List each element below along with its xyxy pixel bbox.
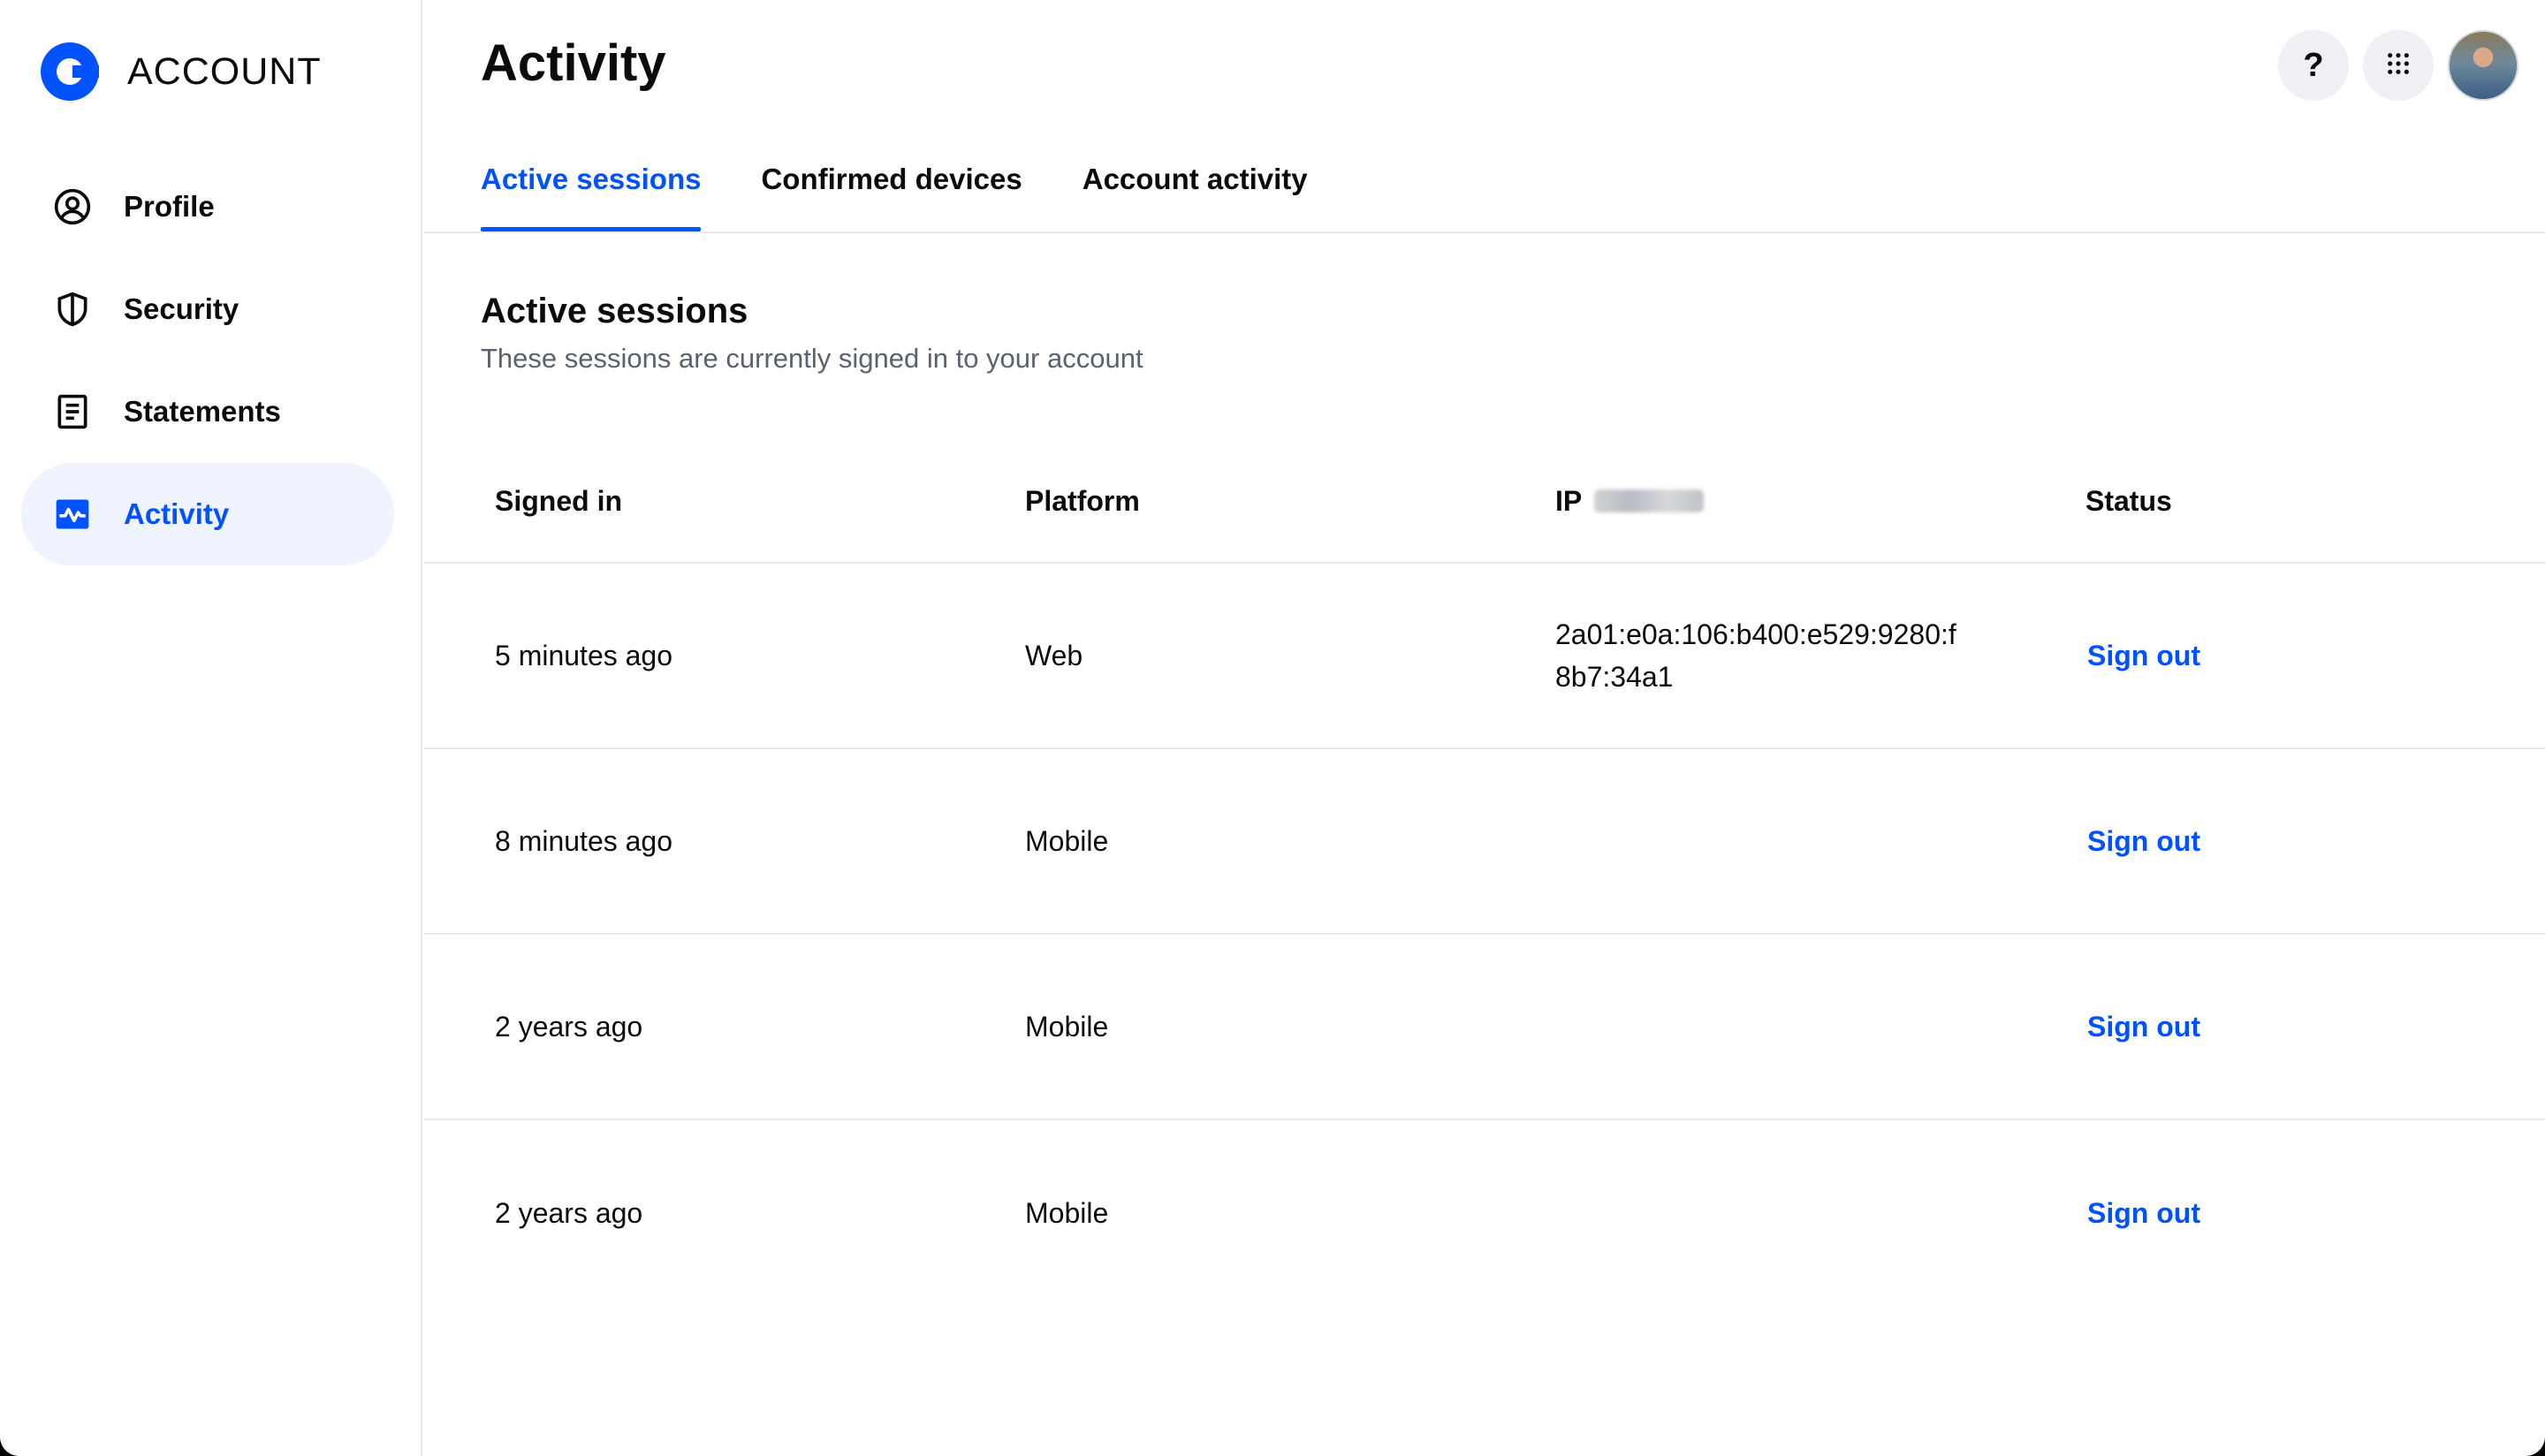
sign-out-button[interactable]: Sign out bbox=[2085, 640, 2200, 671]
tab-active-sessions[interactable]: Active sessions bbox=[481, 148, 702, 231]
signed-in-cell: 2 years ago bbox=[495, 1011, 643, 1043]
platform-cell: Web bbox=[1025, 640, 1083, 671]
apps-grid-icon bbox=[2386, 51, 2411, 80]
platform-cell: Mobile bbox=[1025, 1197, 1109, 1229]
help-icon: ? bbox=[2303, 46, 2324, 84]
sidebar-item-statements[interactable]: Statements bbox=[21, 360, 394, 463]
sidebar-item-label: Security bbox=[124, 292, 239, 325]
brand[interactable]: ACCOUNT bbox=[41, 42, 322, 101]
signed-in-cell: 5 minutes ago bbox=[495, 640, 673, 671]
column-header-status: Status bbox=[2085, 484, 2172, 517]
top-actions: ? bbox=[2264, 30, 2518, 101]
activity-icon bbox=[53, 495, 92, 534]
table-row: 2 years ago Mobile Sign out bbox=[424, 935, 2545, 1120]
sidebar-item-activity[interactable]: Activity bbox=[21, 463, 394, 565]
column-header-platform: Platform bbox=[1025, 484, 1140, 517]
blurred-redaction bbox=[1594, 489, 1705, 512]
sign-out-button[interactable]: Sign out bbox=[2085, 1197, 2200, 1229]
tabs-divider bbox=[424, 231, 2545, 233]
column-header-ip: IP bbox=[1485, 485, 2015, 518]
status-cell: Sign out bbox=[2015, 1005, 2545, 1048]
ip-value: 2a01:e0a:106:b400:e529:9280:f8b7:34a1 bbox=[1555, 618, 1956, 693]
sidebar-nav: Profile Security Statements Activity bbox=[21, 155, 394, 565]
ip-cell: 2a01:e0a:106:b400:e529:9280:f8b7:34a1 bbox=[1485, 613, 2015, 698]
shield-icon bbox=[53, 290, 92, 329]
section-subtitle: These sessions are currently signed in t… bbox=[481, 343, 1143, 374]
brand-name: ACCOUNT bbox=[127, 49, 322, 93]
signed-in-cell: 8 minutes ago bbox=[495, 825, 673, 857]
app-window: ACCOUNT Profile Security Statements Acti… bbox=[0, 0, 2545, 1456]
sidebar-item-profile[interactable]: Profile bbox=[21, 155, 394, 258]
column-header-signed-in: Signed in bbox=[495, 484, 622, 517]
signed-in-cell: 2 years ago bbox=[495, 1197, 643, 1229]
avatar[interactable] bbox=[2448, 30, 2518, 101]
tab-confirmed-devices[interactable]: Confirmed devices bbox=[761, 148, 1022, 231]
tab-bar: Active sessions Confirmed devices Accoun… bbox=[481, 148, 1368, 231]
coinbase-logo-icon bbox=[41, 42, 99, 101]
platform-cell: Mobile bbox=[1025, 825, 1109, 857]
status-cell: Sign out bbox=[2015, 634, 2545, 677]
sidebar-item-security[interactable]: Security bbox=[21, 258, 394, 360]
main-content: Activity ? Active sessions Confirmed dev… bbox=[424, 0, 2545, 1456]
apps-button[interactable] bbox=[2363, 30, 2434, 101]
sidebar-item-label: Statements bbox=[124, 395, 281, 428]
table-row: 5 minutes ago Web 2a01:e0a:106:b400:e529… bbox=[424, 564, 2545, 749]
table-row: 2 years ago Mobile Sign out bbox=[424, 1120, 2545, 1306]
sidebar-item-label: Profile bbox=[124, 190, 215, 223]
help-button[interactable]: ? bbox=[2278, 30, 2349, 101]
column-header-ip-label: IP bbox=[1555, 484, 1583, 517]
sign-out-button[interactable]: Sign out bbox=[2085, 1011, 2200, 1043]
user-circle-icon bbox=[53, 187, 92, 226]
document-icon bbox=[53, 392, 92, 431]
sign-out-button[interactable]: Sign out bbox=[2085, 825, 2200, 857]
sidebar: ACCOUNT Profile Security Statements Acti… bbox=[0, 0, 422, 1456]
table-header: Signed in Platform IP Status bbox=[424, 440, 2545, 564]
section-title: Active sessions bbox=[481, 292, 748, 330]
table-row: 8 minutes ago Mobile Sign out bbox=[424, 749, 2545, 935]
sidebar-item-label: Activity bbox=[124, 497, 230, 530]
tab-account-activity[interactable]: Account activity bbox=[1083, 148, 1308, 231]
status-cell: Sign out bbox=[2015, 820, 2545, 862]
sessions-table: Signed in Platform IP Status 5 minutes a… bbox=[424, 440, 2545, 1306]
page-title: Activity bbox=[481, 34, 666, 92]
status-cell: Sign out bbox=[2015, 1192, 2545, 1234]
platform-cell: Mobile bbox=[1025, 1011, 1109, 1043]
